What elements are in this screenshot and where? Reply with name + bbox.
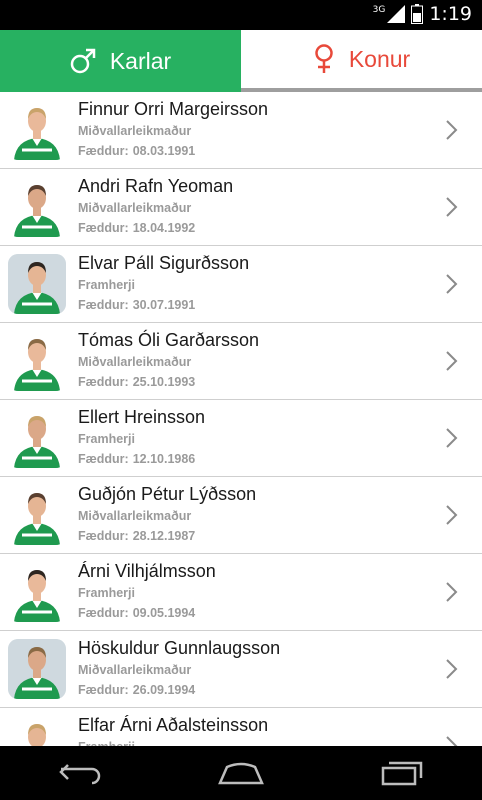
player-position: Miðvallarleikmaður [78, 663, 192, 677]
recent-apps-icon [381, 761, 422, 786]
status-bar: 3G 1:19 [0, 0, 482, 30]
player-photo [8, 408, 66, 468]
player-row[interactable]: Höskuldur Gunnlaugsson Miðvallarleikmaður… [0, 631, 482, 708]
back-icon [59, 764, 101, 785]
player-birthdate: Fæddur: 30.07.1991 [78, 298, 195, 312]
navigation-bar [0, 746, 482, 800]
female-symbol-icon [315, 44, 333, 73]
player-row[interactable]: Andri Rafn Yeoman Miðvallarleikmaður Fæddu… [0, 169, 482, 246]
player-photo [8, 716, 66, 746]
born-date: 18.04.1992 [132, 221, 196, 235]
chevron-right-icon [446, 582, 458, 602]
chevron-right-icon [446, 736, 458, 746]
chevron-right-icon [446, 351, 458, 371]
player-photo [8, 254, 66, 314]
chevron-right-icon [446, 274, 458, 294]
tab-konur[interactable]: Konur [241, 30, 482, 92]
battery-icon [411, 4, 424, 24]
player-photo [8, 100, 66, 160]
player-photo [8, 177, 66, 237]
player-name: Finnur Orri Margeirsson [78, 99, 269, 119]
born-label: Fæddur: [78, 221, 129, 235]
player-name: Höskuldur Gunnlaugsson [78, 638, 281, 658]
home-button[interactable] [201, 746, 281, 800]
player-row[interactable]: Ellert Hreinsson Framherji Fæddur: 12.10.19… [0, 400, 482, 477]
male-symbol-icon [70, 48, 96, 74]
born-date: 30.07.1991 [132, 298, 196, 312]
player-photo [8, 639, 66, 699]
tab-karlar[interactable]: Karlar [0, 30, 241, 92]
born-date: 08.03.1991 [132, 144, 196, 158]
chevron-right-icon [446, 659, 458, 679]
chevron-right-icon [446, 505, 458, 525]
player-position: Miðvallarleikmaður [78, 509, 192, 523]
player-photo [8, 485, 66, 545]
status-icons: 3G 1:19 [373, 3, 472, 25]
player-name: Elvar Páll Sigurðsson [78, 253, 250, 273]
tab-karlar-label: Karlar [109, 47, 172, 74]
player-position: Miðvallarleikmaður [78, 355, 192, 369]
home-icon [218, 762, 264, 785]
back-button[interactable] [40, 746, 120, 800]
born-label: Fæddur: [78, 683, 129, 697]
born-date: 28.12.1987 [132, 529, 196, 543]
player-row[interactable]: Árni Vilhjálmsson Framherji Fæddur: 09.05.1… [0, 554, 482, 631]
signal-icon [387, 5, 406, 23]
born-label: Fæddur: [78, 452, 129, 466]
player-name: Árni Vilhjálmsson [78, 561, 216, 581]
player-position: Framherji [78, 586, 135, 600]
player-list: Finnur Orri Margeirsson Miðvallarleikmaðu… [0, 92, 482, 746]
player-birthdate: Fæddur: 26.09.1994 [78, 683, 195, 697]
player-birthdate: Fæddur: 09.05.1994 [78, 606, 195, 620]
born-label: Fæddur: [78, 529, 129, 543]
chevron-right-icon [446, 120, 458, 140]
born-label: Fæddur: [78, 298, 129, 312]
gender-tabs: Karlar Konur [0, 30, 482, 92]
player-name: Tómas Óli Garðarsson [78, 330, 260, 350]
player-row[interactable]: Finnur Orri Margeirsson Miðvallarleikmaðu… [0, 92, 482, 169]
born-label: Fæddur: [78, 375, 129, 389]
player-birthdate: Fæddur: 08.03.1991 [78, 144, 195, 158]
player-birthdate: Fæddur: 25.10.1993 [78, 375, 195, 389]
player-position: Framherji [78, 432, 135, 446]
player-photo [8, 562, 66, 622]
player-name: Andri Rafn Yeoman [78, 176, 234, 196]
born-date: 12.10.1986 [132, 452, 196, 466]
player-row[interactable]: Guðjón Pétur Lýðsson Miðvallarleikmaður Fæ… [0, 477, 482, 554]
chevron-right-icon [446, 197, 458, 217]
born-date: 26.09.1994 [132, 683, 196, 697]
tab-konur-label: Konur [348, 45, 411, 72]
player-name: Elfar Árni Aðalsteinsson [78, 715, 269, 735]
player-position: Miðvallarleikmaður [78, 124, 192, 138]
player-row[interactable]: Tómas Óli Garðarsson Miðvallarleikmaður Fæ… [0, 323, 482, 400]
player-birthdate: Fæddur: 18.04.1992 [78, 221, 195, 235]
network-type-label: 3G [372, 5, 386, 15]
player-position: Framherji [78, 278, 135, 292]
player-position: Miðvallarleikmaður [78, 201, 192, 215]
player-birthdate: Fæddur: 12.10.1986 [78, 452, 195, 466]
born-label: Fæddur: [78, 606, 129, 620]
chevron-right-icon [446, 428, 458, 448]
player-birthdate: Fæddur: 28.12.1987 [78, 529, 195, 543]
born-date: 09.05.1994 [132, 606, 196, 620]
player-name: Guðjón Pétur Lýðsson [78, 484, 257, 504]
born-label: Fæddur: [78, 144, 129, 158]
player-row[interactable]: Elfar Árni AðalsteinssonFramherjiFæddur: [0, 708, 482, 746]
born-date: 25.10.1993 [132, 375, 196, 389]
player-photo [8, 331, 66, 391]
clock: 1:19 [429, 3, 472, 25]
player-row[interactable]: Elvar Páll Sigurðsson Framherji Fæddur: 30.… [0, 246, 482, 323]
player-name: Ellert Hreinsson [78, 407, 206, 427]
recent-apps-button[interactable] [362, 746, 442, 800]
